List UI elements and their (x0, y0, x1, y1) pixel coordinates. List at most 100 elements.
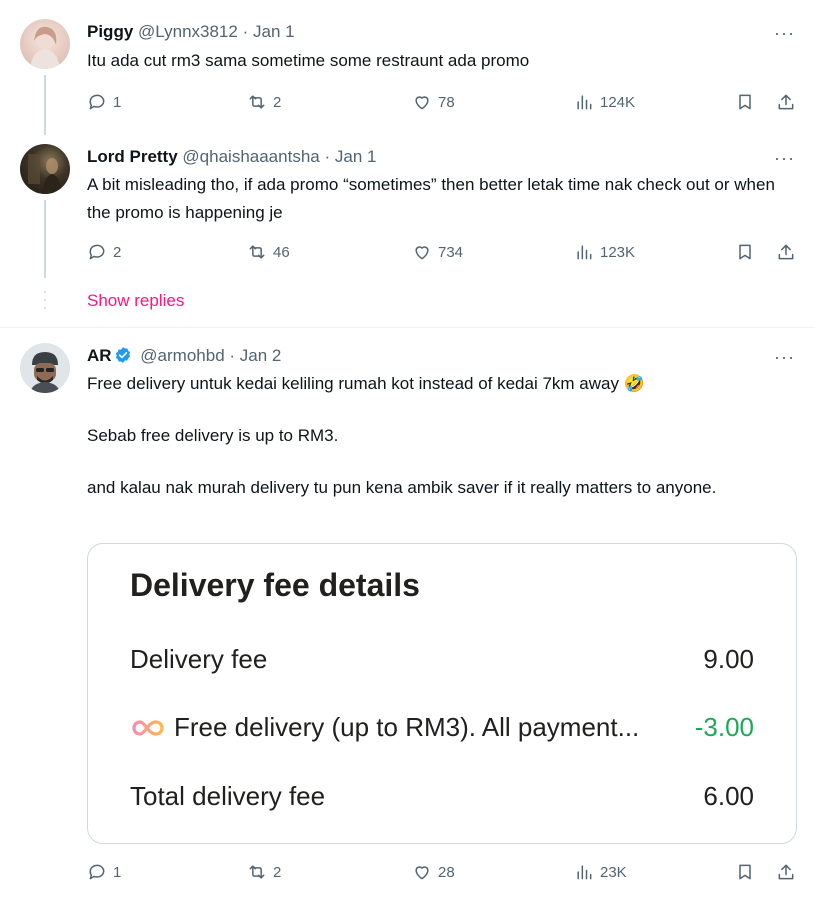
tweet-actions: 1 2 28 23K (87, 860, 802, 884)
share-icon (778, 94, 794, 110)
like-count: 734 (438, 243, 464, 261)
card-title: Delivery fee details (130, 567, 420, 603)
tweet-text-line: Sebab free delivery is up to RM3. (87, 426, 339, 445)
bookmark-icon (739, 864, 751, 880)
repost-button[interactable]: 2 (247, 90, 281, 114)
analytics-icon (577, 95, 592, 110)
tweet-actions: 2 46 734 123K (87, 240, 802, 264)
bookmark-icon (739, 244, 751, 260)
reply-button[interactable]: 2 (87, 240, 121, 264)
tweet-text-line: Free delivery untuk kedai keliling rumah… (87, 374, 645, 393)
repost-button[interactable]: 2 (247, 860, 281, 884)
discount-row: Free delivery (up to RM3). All payment..… (130, 712, 754, 743)
reply-button[interactable]: 1 (87, 860, 121, 884)
like-count: 78 (438, 93, 455, 111)
timestamp[interactable]: Jan 1 (335, 147, 377, 166)
more-options-icon[interactable]: ··· (774, 149, 795, 167)
analytics-icon (577, 865, 592, 880)
bookmark-icon (739, 94, 751, 110)
total-value: 6.00 (703, 781, 754, 811)
heart-icon (415, 866, 429, 880)
reply-count: 2 (113, 243, 122, 261)
view-count: 124K (600, 93, 636, 111)
total-row: Total delivery fee 6.00 (130, 781, 754, 812)
view-count: 23K (600, 863, 627, 881)
avatar-image (28, 154, 62, 194)
verified-badge-icon (115, 347, 130, 363)
discount-value: -3.00 (694, 712, 754, 742)
fee-value: 9.00 (703, 644, 754, 674)
views-button[interactable]: 23K (574, 860, 627, 884)
heart-icon (415, 246, 429, 260)
fee-row: Delivery fee 9.00 (130, 644, 754, 675)
more-options-icon[interactable]: ··· (774, 348, 795, 366)
views-button[interactable]: 124K (574, 90, 635, 114)
repost-icon (249, 95, 265, 109)
tweet-text: Free delivery untuk kedai keliling rumah… (87, 370, 797, 502)
heart-icon (415, 96, 429, 110)
reply-icon (89, 94, 105, 110)
like-button[interactable]: 28 (412, 860, 455, 884)
repost-button[interactable]: 46 (247, 240, 290, 264)
avatar[interactable] (20, 144, 70, 194)
reply-count: 1 (113, 93, 122, 111)
display-name[interactable]: AR (87, 346, 112, 365)
display-name[interactable]: Lord Pretty (87, 147, 178, 166)
repost-count: 46 (273, 243, 290, 261)
tweet-lord-pretty[interactable]: Lord Pretty @qhaishaaantsha · Jan 1 ··· … (0, 130, 815, 280)
avatar[interactable] (20, 19, 70, 69)
repost-count: 2 (273, 93, 282, 111)
views-button[interactable]: 123K (574, 240, 635, 264)
separator-dot: · (242, 22, 249, 41)
repost-count: 2 (273, 863, 282, 881)
handle[interactable]: @armohbd (140, 346, 224, 365)
handle[interactable]: @Lynnx3812 (138, 22, 238, 41)
share-icon (778, 864, 794, 880)
tweet-actions: 1 2 78 124K (87, 90, 802, 114)
repost-icon (249, 865, 265, 879)
share-icon (778, 244, 794, 260)
fee-label: Delivery fee (130, 644, 268, 674)
reply-icon (89, 864, 105, 880)
timestamp[interactable]: Jan 2 (240, 346, 282, 365)
show-replies-link[interactable]: Show replies (87, 291, 184, 311)
bookmark-button[interactable] (735, 90, 755, 114)
reply-icon (89, 244, 105, 260)
avatar[interactable] (20, 343, 70, 393)
share-button[interactable] (776, 240, 796, 264)
thread-line (44, 75, 46, 135)
tweet-header: AR @armohbd · Jan 2 (87, 345, 281, 367)
like-count: 28 (438, 863, 455, 881)
tweet-header: Lord Pretty @qhaishaaantsha · Jan 1 (87, 146, 376, 168)
timestamp[interactable]: Jan 1 (253, 22, 295, 41)
tweet-text: Itu ada cut rm3 sama sometime some restr… (87, 51, 530, 70)
promo-infinity-icon (132, 719, 164, 736)
view-count: 123K (600, 243, 636, 261)
discount-label: Free delivery (up to RM3). All payment..… (174, 712, 640, 742)
bookmark-button[interactable] (735, 240, 755, 264)
tweet-header: Piggy @Lynnx3812 · Jan 1 (87, 21, 295, 43)
separator-dot: · (229, 346, 236, 365)
analytics-icon (577, 245, 592, 260)
display-name[interactable]: Piggy (87, 22, 133, 41)
separator-dot: · (324, 147, 331, 166)
avatar-image (30, 352, 60, 393)
like-button[interactable]: 78 (412, 90, 455, 114)
reply-button[interactable]: 1 (87, 90, 121, 114)
reply-count: 1 (113, 863, 122, 881)
thread-continuation-dots (43, 291, 47, 315)
thread-line (44, 200, 46, 278)
attached-image[interactable]: Delivery fee details Delivery fee 9.00 F… (87, 543, 797, 844)
tweet-piggy[interactable]: Piggy @Lynnx3812 · Jan 1 ··· Itu ada cut… (0, 0, 815, 135)
share-button[interactable] (776, 90, 796, 114)
like-button[interactable]: 734 (412, 240, 463, 264)
more-options-icon[interactable]: ··· (774, 24, 795, 42)
share-button[interactable] (776, 860, 796, 884)
total-label: Total delivery fee (130, 781, 326, 811)
discount-label-group: Free delivery (up to RM3). All payment..… (130, 712, 639, 743)
tweet-text: A bit misleading tho, if ada promo “some… (87, 175, 775, 222)
tweet-text-line: and kalau nak murah delivery tu pun kena… (87, 478, 717, 497)
handle[interactable]: @qhaishaaantsha (182, 147, 319, 166)
bookmark-button[interactable] (735, 860, 755, 884)
avatar-image (30, 26, 60, 69)
